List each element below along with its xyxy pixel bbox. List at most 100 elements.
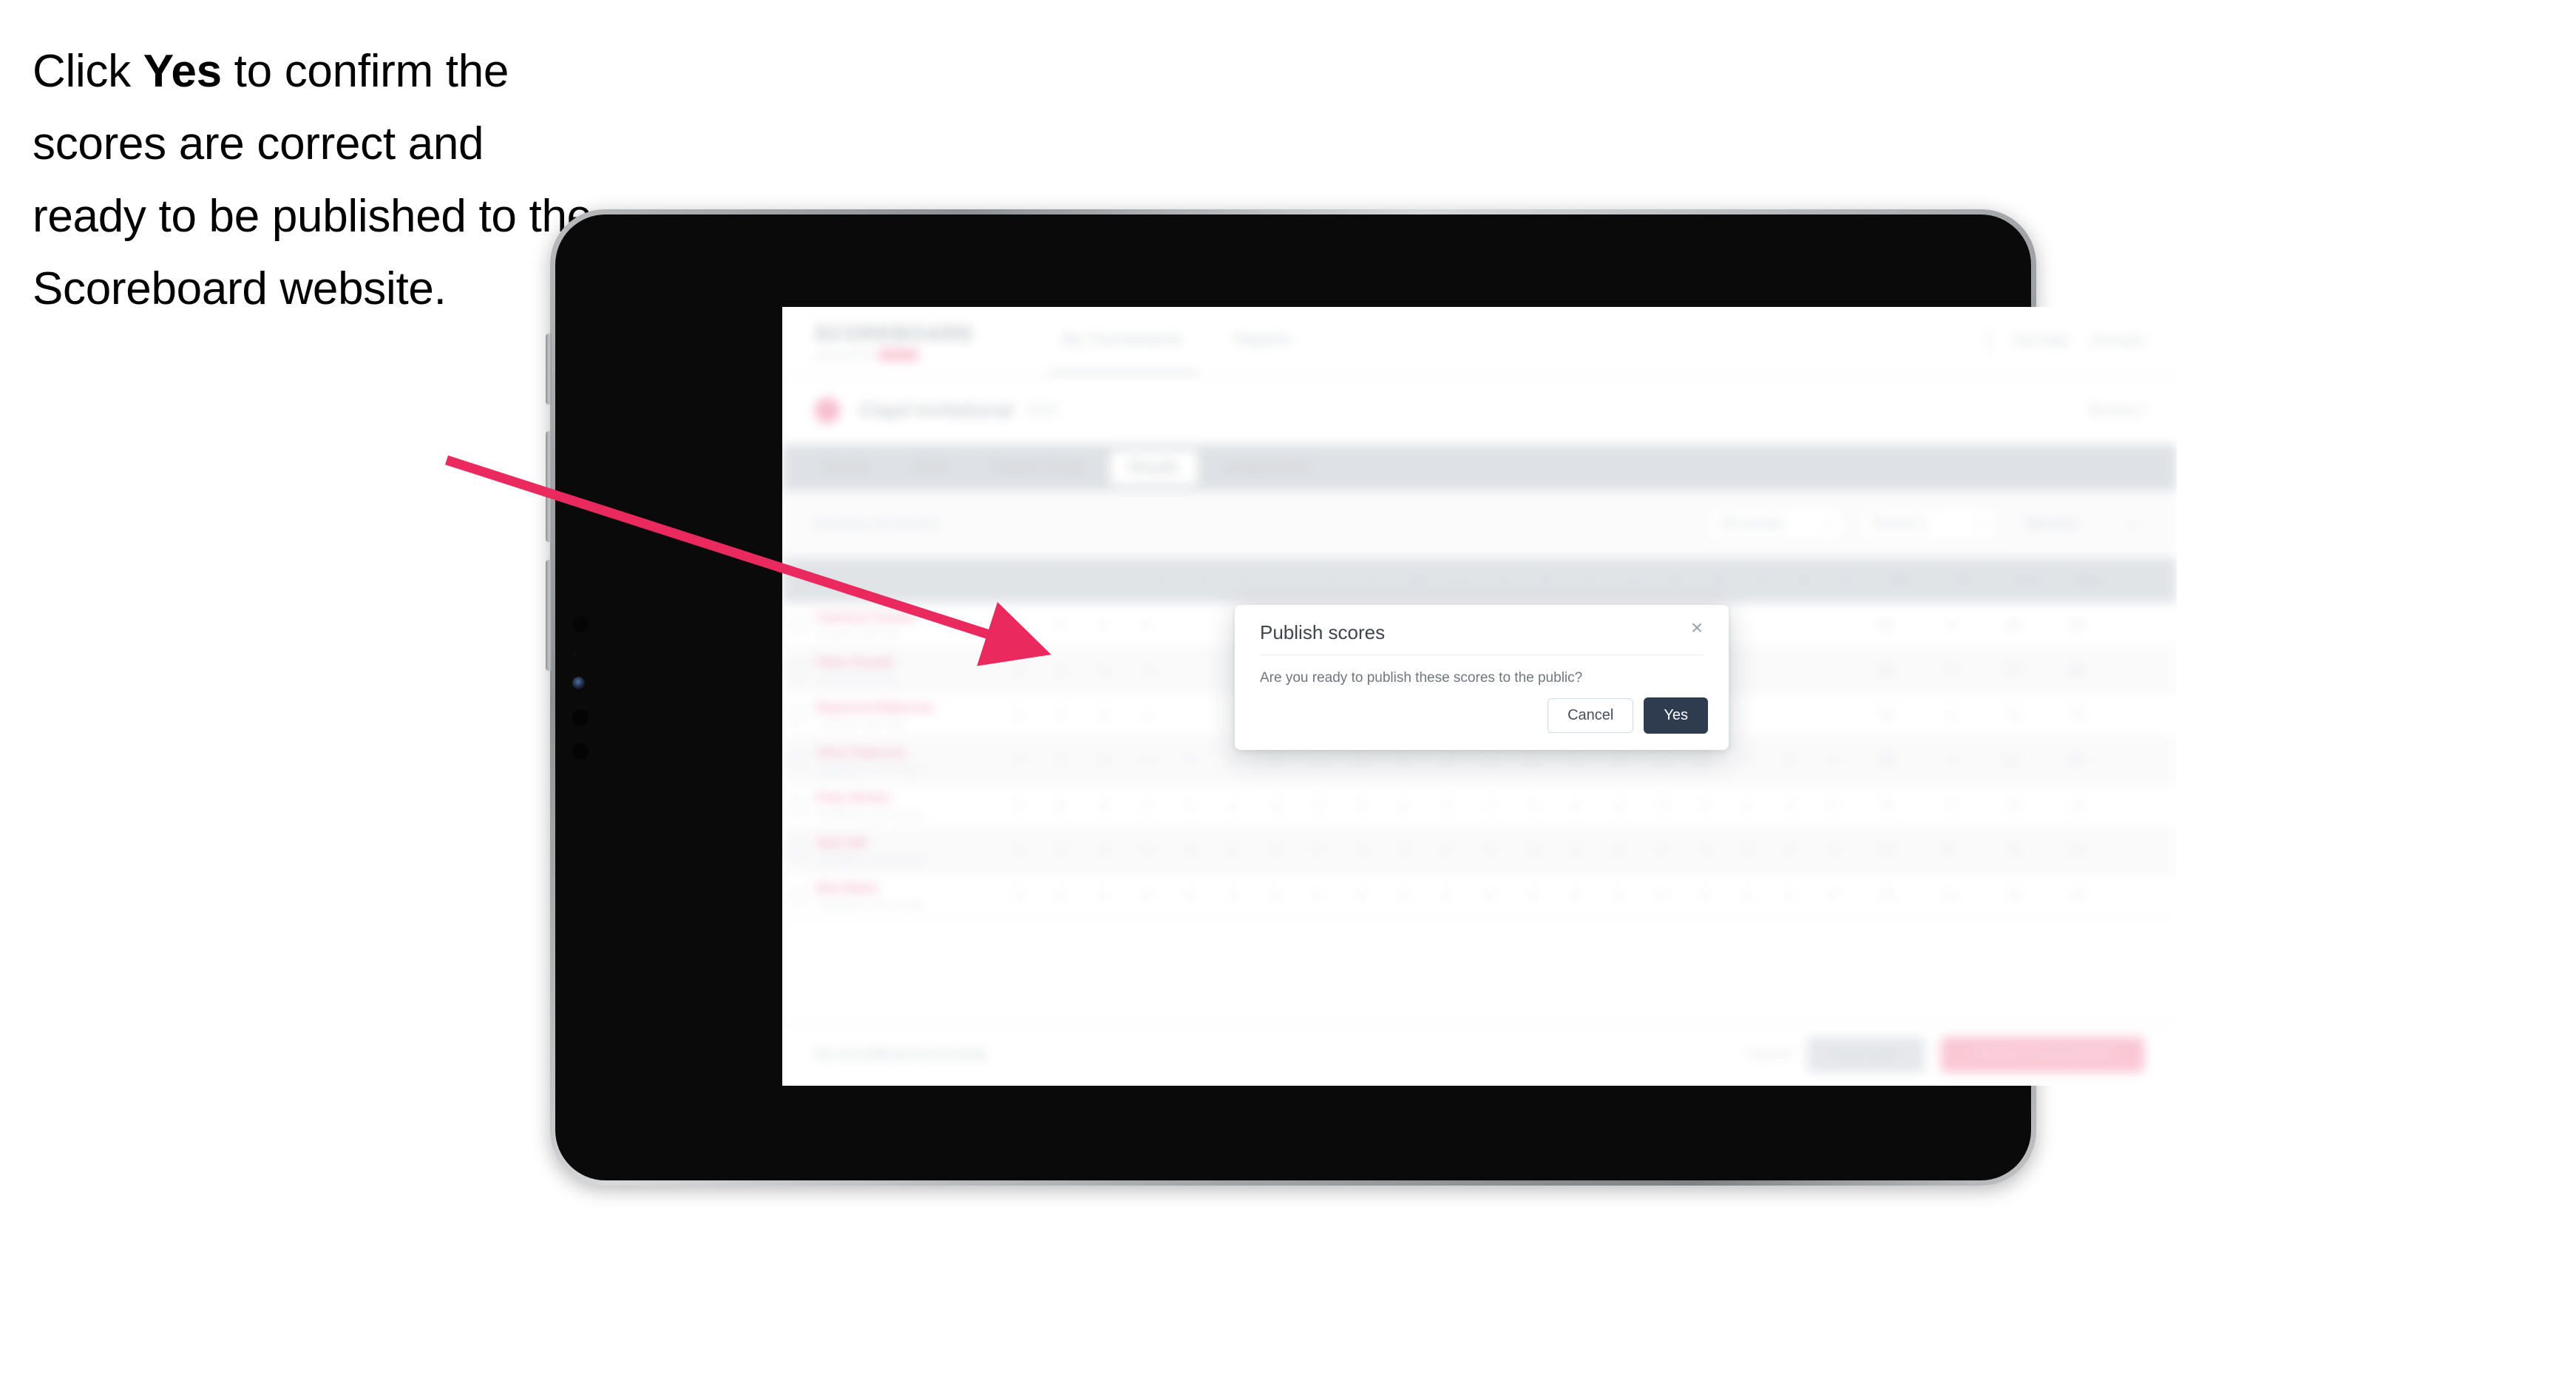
cell-hole-score[interactable]: 5 <box>1254 843 1297 858</box>
save-draft-button[interactable]: Save draft <box>1807 1036 1925 1072</box>
cell-hole-score[interactable]: 3 <box>1082 618 1125 632</box>
cell-hole-score[interactable]: 4 <box>1340 843 1383 858</box>
cell-hole-score[interactable]: 4 <box>1297 753 1340 768</box>
cell-hole-score[interactable]: 4 <box>1340 888 1383 903</box>
cell-hole-score[interactable]: 5 <box>1040 618 1082 632</box>
cell-hole-score[interactable]: 4 <box>1168 843 1211 858</box>
cell-hole-score[interactable]: 4 <box>1683 753 1726 768</box>
cell-hole-score[interactable]: 4 <box>1082 843 1125 858</box>
cell-hole-score[interactable]: 3 <box>1125 798 1168 813</box>
cell-hole-score[interactable]: 4 <box>1297 888 1340 903</box>
cell-hole-score[interactable]: 4 <box>1125 753 1168 768</box>
cell-hole-score[interactable]: 4 <box>1640 888 1683 903</box>
cell-hole-score[interactable]: 4 <box>1340 798 1383 813</box>
cell-hole-score[interactable]: 4 <box>1726 888 1769 903</box>
tab-results[interactable]: Results <box>1109 450 1198 485</box>
cell-hole-score[interactable]: 4 <box>1383 798 1426 813</box>
cell-hole-score[interactable]: 4 <box>1640 843 1683 858</box>
row-checkbox[interactable] <box>790 617 806 633</box>
cell-hole-score[interactable]: 4 <box>1769 888 1811 903</box>
power-button[interactable] <box>546 334 552 405</box>
table-row[interactable]: Peter Brown Sandfields Golf Society 4 5 4 3 4 4… <box>782 783 2177 828</box>
cell-hole-score[interactable]: 4 <box>1726 843 1769 858</box>
cell-hole-score[interactable]: 4 <box>1254 888 1297 903</box>
cancel-link[interactable]: Cancel <box>1747 1047 1791 1063</box>
cell-hole-score[interactable]: 4 <box>1511 843 1554 858</box>
cell-hole-score[interactable]: 5 <box>997 888 1040 903</box>
get-help-link[interactable]: Get help <box>2013 333 2069 350</box>
cell-hole-score[interactable]: 4 <box>1383 888 1426 903</box>
volume-down-button[interactable] <box>546 560 552 671</box>
cell-hole-score[interactable]: 4 <box>1254 753 1297 768</box>
cell-hole-score[interactable]: 4 <box>1211 798 1254 813</box>
cell-hole-score[interactable]: 5 <box>1082 708 1125 723</box>
cell-hole-score[interactable]: 4 <box>1168 798 1211 813</box>
cell-hole-score[interactable]: 4 <box>1640 753 1683 768</box>
row-checkbox[interactable] <box>790 752 806 768</box>
table-row[interactable]: Sam Hill Sandfields Golf Society 4 4 4 4 4 4 5 4 4… <box>782 828 2177 873</box>
cell-hole-score[interactable]: 4 <box>1125 618 1168 632</box>
cell-hole-score[interactable]: 4 <box>1426 753 1468 768</box>
cell-hole-score[interactable]: 4 <box>1468 753 1511 768</box>
cell-hole-score[interactable]: 3 <box>1597 843 1640 858</box>
cell-hole-score[interactable]: 4 <box>1511 888 1554 903</box>
volume-up-button[interactable] <box>546 431 552 542</box>
cell-hole-score[interactable]: 4 <box>1683 798 1726 813</box>
cell-hole-score[interactable]: 3 <box>1125 663 1168 677</box>
cell-hole-score[interactable]: 4 <box>997 843 1040 858</box>
cell-hole-score[interactable]: 4 <box>1040 753 1082 768</box>
cell-hole-score[interactable]: 4 <box>1597 798 1640 813</box>
cell-hole-score[interactable]: 4 <box>1426 843 1468 858</box>
cell-hole-score[interactable]: 4 <box>997 753 1040 768</box>
filter-tee-time[interactable]: Tee time ▾ <box>2013 508 2147 541</box>
cell-hole-score[interactable]: 5 <box>1168 753 1211 768</box>
cancel-button[interactable]: Cancel <box>1548 698 1634 733</box>
cell-hole-score[interactable]: 4 <box>1383 753 1426 768</box>
row-checkbox[interactable] <box>790 707 806 723</box>
table-row[interactable]: Bob Baker Sandfields Golf Society 5 4 4 4 4 4 4 4… <box>782 873 2177 919</box>
tab-field[interactable]: Field <box>895 450 966 485</box>
cell-hole-score[interactable]: 4 <box>1769 753 1811 768</box>
cell-hole-score[interactable]: 4 <box>1125 708 1168 723</box>
cell-hole-score[interactable]: 5 <box>1040 798 1082 813</box>
cell-hole-score[interactable]: 4 <box>1726 753 1769 768</box>
account-link[interactable]: Account <box>2091 333 2144 350</box>
cell-hole-score[interactable]: 4 <box>1211 753 1254 768</box>
cell-hole-score[interactable]: 4 <box>1511 798 1554 813</box>
cell-hole-score[interactable]: 4 <box>1554 843 1597 858</box>
cell-hole-score[interactable]: 4 <box>1554 753 1597 768</box>
cell-hole-score[interactable]: 4 <box>1426 888 1468 903</box>
cell-hole-score[interactable]: 4 <box>1726 798 1769 813</box>
cell-hole-score[interactable]: 4 <box>1082 798 1125 813</box>
cell-hole-score[interactable]: 4 <box>1040 888 1082 903</box>
cell-hole-score[interactable]: 4 <box>1082 888 1125 903</box>
publish-to-scoreboard-button[interactable]: Publish to Scoreboard <box>1941 1036 2144 1072</box>
cell-hole-score[interactable]: 4 <box>1082 663 1125 677</box>
cell-hole-score[interactable]: 4 <box>1769 798 1811 813</box>
close-icon[interactable]: × <box>1686 617 1708 639</box>
cell-hole-score[interactable]: 3 <box>1511 753 1554 768</box>
cell-hole-score[interactable]: 4 <box>1297 843 1340 858</box>
tab-details[interactable]: Details <box>804 450 888 485</box>
filter-round[interactable]: Round 2 ▾ <box>1860 507 1996 541</box>
yes-button[interactable]: Yes <box>1644 697 1708 734</box>
cell-hole-score[interactable]: 4 <box>997 663 1040 677</box>
cell-hole-score[interactable]: 4 <box>1297 798 1340 813</box>
cell-hole-score[interactable]: 4 <box>1554 888 1597 903</box>
cell-hole-score[interactable]: 4 <box>1683 843 1726 858</box>
cell-hole-score[interactable]: 4 <box>1468 798 1511 813</box>
cell-hole-score[interactable]: 4 <box>1040 708 1082 723</box>
cell-hole-score[interactable]: 4 <box>1811 843 1854 858</box>
cell-hole-score[interactable]: 4 <box>1211 843 1254 858</box>
cell-hole-score[interactable]: 3 <box>1340 753 1383 768</box>
cell-hole-score[interactable]: 3 <box>997 708 1040 723</box>
row-checkbox[interactable] <box>790 662 806 678</box>
cell-hole-score[interactable]: 4 <box>1811 888 1854 903</box>
cell-hole-score[interactable]: 4 <box>1125 888 1168 903</box>
cell-hole-score[interactable]: 4 <box>1811 753 1854 768</box>
tab-leaderboard[interactable]: Leaderboard <box>1205 450 1327 485</box>
cell-hole-score[interactable]: 4 <box>1254 798 1297 813</box>
cell-hole-score[interactable]: 4 <box>1597 753 1640 768</box>
cell-hole-score[interactable]: 4 <box>1811 798 1854 813</box>
cell-hole-score[interactable]: 4 <box>1769 843 1811 858</box>
